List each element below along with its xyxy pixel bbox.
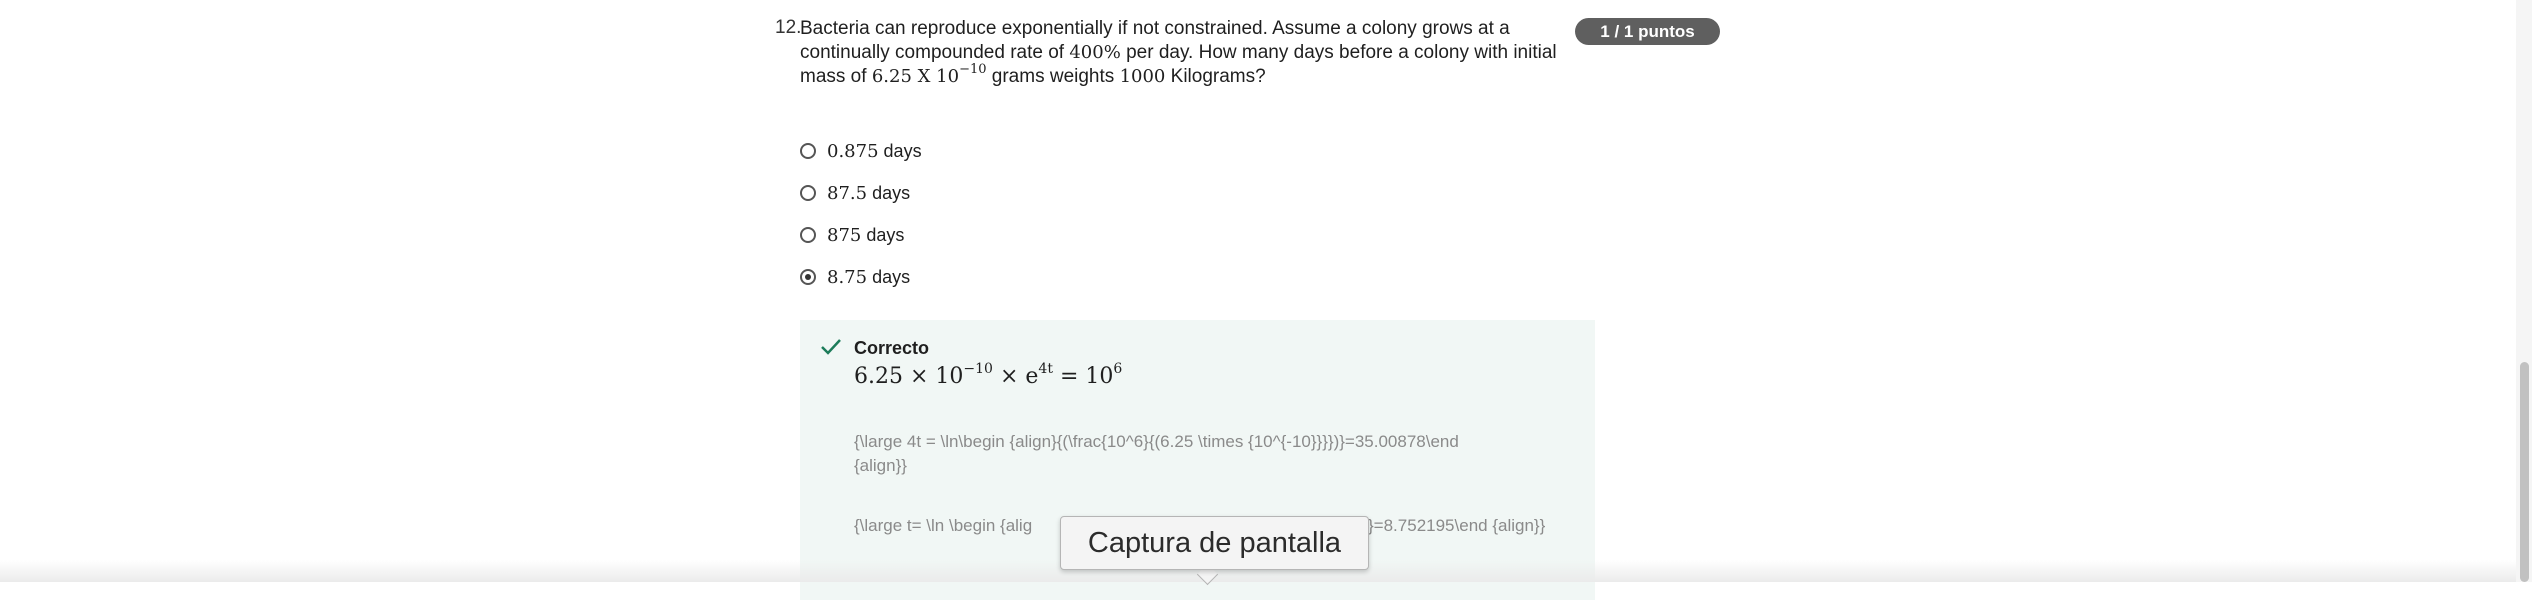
latex-line-1: {\large 4t = \ln\begin {align}{(\frac{10…: [854, 432, 1459, 451]
score-badge: 1 / 1 puntos: [1575, 18, 1720, 45]
option-8-75-days[interactable]: 8.75 days: [800, 262, 910, 292]
option-label: 8.75 days: [827, 266, 911, 288]
screenshot-tooltip: Captura de pantalla: [1060, 516, 1369, 570]
radio-button-selected[interactable]: [800, 269, 816, 285]
option-875-days[interactable]: 875 days: [800, 220, 904, 250]
question-text: Bacteria can reproduce exponentially if …: [800, 17, 1570, 91]
option-0-875-days[interactable]: 0.875 days: [800, 136, 922, 166]
scrollbar-thumb[interactable]: [2520, 362, 2529, 582]
option-label: 0.875 days: [827, 140, 922, 162]
option-87-5-days[interactable]: 87.5 days: [800, 178, 910, 208]
feedback-status: Correcto: [854, 338, 930, 358]
question-text-part4: Kilograms?: [1170, 66, 1266, 87]
check-icon: [821, 339, 841, 355]
question-text-part3: grams weights: [991, 66, 1115, 87]
rate-value: 400%: [1069, 42, 1121, 63]
latex-line-3-right: }=8.752195\end {align}}: [1368, 516, 1546, 535]
target-mass: 1000: [1119, 66, 1166, 87]
latex-line-2: {align}}: [854, 456, 907, 475]
latex-line-3-left: {\large t= \ln \begin {alig: [854, 516, 1033, 535]
feedback-equation: 6.25 × 10−10 × e4t = 106: [854, 361, 1123, 389]
radio-button[interactable]: [800, 227, 816, 243]
option-label: 875 days: [827, 224, 905, 246]
question-number: 12.: [775, 17, 802, 38]
option-label: 87.5 days: [827, 182, 911, 204]
mass-base: 6.25 X 10: [871, 66, 960, 87]
mass-exponent: −10: [959, 62, 987, 77]
radio-button[interactable]: [800, 185, 816, 201]
radio-button[interactable]: [800, 143, 816, 159]
